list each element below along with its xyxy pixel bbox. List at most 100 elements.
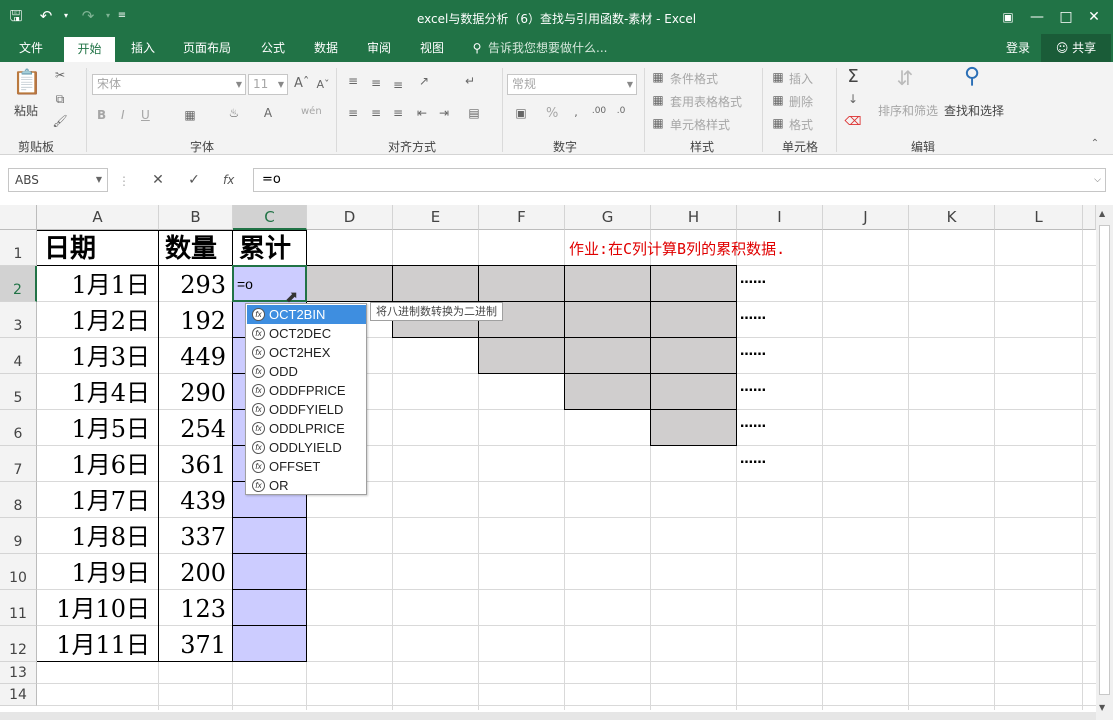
grow-font-icon[interactable]: Aˆ <box>294 76 309 91</box>
cell-quantity[interactable]: 200 <box>159 554 232 589</box>
row-header-13[interactable]: 13 <box>0 662 37 684</box>
column-header-d[interactable]: D <box>307 205 393 230</box>
tab-insert[interactable]: 插入 <box>121 34 165 62</box>
decrease-indent-icon[interactable]: ⇤ <box>414 106 430 120</box>
tab-formulas[interactable]: 公式 <box>250 34 296 62</box>
wrap-text-icon[interactable]: ↵ <box>462 74 478 88</box>
autocomplete-item[interactable]: fx OCT2HEX <box>247 343 366 362</box>
format-cells-button[interactable]: 格式 <box>789 116 813 133</box>
cell-date[interactable]: 1月4日 <box>38 374 158 409</box>
column-header-f[interactable]: F <box>479 205 565 230</box>
vertical-scrollbar[interactable]: ▲ ▼ <box>1096 205 1113 720</box>
format-painter-icon[interactable]: 🖌 <box>52 114 68 128</box>
gray-cell-g4[interactable] <box>564 337 651 374</box>
column-header-j[interactable]: J <box>823 205 909 230</box>
row-header-12[interactable]: 12 <box>0 626 37 662</box>
cell-quantity[interactable]: 439 <box>159 482 232 517</box>
italic-button[interactable]: I <box>121 108 125 122</box>
tab-file[interactable]: 文件 <box>8 34 54 62</box>
cell-quantity[interactable]: 449 <box>159 338 232 373</box>
tab-data[interactable]: 数据 <box>304 34 348 62</box>
shrink-font-icon[interactable]: Aˇ <box>316 78 330 91</box>
comma-style-icon[interactable]: , <box>568 106 584 119</box>
gray-cell-h4[interactable] <box>650 337 737 374</box>
font-name-combo[interactable]: 宋体 ▼ <box>92 74 246 95</box>
tab-view[interactable]: 视图 <box>410 34 454 62</box>
expand-formula-icon[interactable]: ⌵ <box>1094 169 1101 191</box>
formula-input[interactable]: =o ⌵ <box>253 168 1106 192</box>
row-header-2[interactable]: 2 <box>0 266 37 302</box>
gray-cell-h6[interactable] <box>650 409 737 446</box>
row-header-10[interactable]: 10 <box>0 554 37 590</box>
autocomplete-item[interactable]: fx OCT2DEC <box>247 324 366 343</box>
autocomplete-item[interactable]: fx ODDFPRICE <box>247 381 366 400</box>
insert-function-button[interactable]: fx <box>223 173 234 187</box>
cell-date[interactable]: 1月11日 <box>38 626 158 661</box>
ribbon-display-icon[interactable]: ▣ <box>996 6 1020 28</box>
bottom-align-icon[interactable]: ≡ <box>390 78 406 92</box>
cell-date[interactable]: 1月9日 <box>38 554 158 589</box>
row-header-14[interactable]: 14 <box>0 684 37 706</box>
row-header-5[interactable]: 5 <box>0 374 37 410</box>
cell-quantity[interactable]: 337 <box>159 518 232 553</box>
row-header-4[interactable]: 4 <box>0 338 37 374</box>
collapse-ribbon-icon[interactable]: ⌃ <box>1088 138 1102 149</box>
column-header-i[interactable]: I <box>737 205 823 230</box>
share-button[interactable]: ☺ 共享 <box>1041 34 1111 62</box>
align-left-icon[interactable]: ≡ <box>345 106 361 120</box>
autocomplete-item[interactable]: fx OCT2BIN <box>247 305 366 324</box>
font-color-icon[interactable]: A <box>260 106 276 120</box>
cell-date[interactable]: 1月5日 <box>38 410 158 445</box>
insert-cells-button[interactable]: 插入 <box>789 70 813 87</box>
sort-filter-button[interactable]: 排序和筛选 <box>878 102 938 119</box>
bold-button[interactable]: B <box>97 108 106 122</box>
cut-icon[interactable]: ✂ <box>52 68 68 82</box>
row-header-9[interactable]: 9 <box>0 518 37 554</box>
row-header-11[interactable]: 11 <box>0 590 37 626</box>
tab-home[interactable]: 开始 <box>64 37 115 62</box>
accounting-format-icon[interactable]: ▣ <box>510 106 532 120</box>
cell-quantity[interactable]: 361 <box>159 446 232 481</box>
cell-quantity[interactable]: 254 <box>159 410 232 445</box>
fill-color-icon[interactable]: ♨ <box>226 106 242 120</box>
paste-button[interactable]: 粘贴 <box>14 102 38 119</box>
column-header-h[interactable]: H <box>651 205 737 230</box>
cell-quantity[interactable]: 371 <box>159 626 232 661</box>
header-date[interactable]: 日期 <box>38 231 158 265</box>
increase-decimal-icon[interactable]: .00 <box>590 106 608 116</box>
gray-cell-d2[interactable] <box>306 265 393 302</box>
copy-icon[interactable]: ⧉ <box>52 92 68 107</box>
row-header-3[interactable]: 3 <box>0 302 37 338</box>
decrease-decimal-icon[interactable]: .0 <box>612 106 630 116</box>
top-align-icon[interactable]: ≡ <box>345 74 361 88</box>
header-cumulative[interactable]: 累计 <box>233 231 306 265</box>
gray-cell-g5[interactable] <box>564 373 651 410</box>
column-header-c[interactable]: C <box>233 205 307 230</box>
tab-review[interactable]: 审阅 <box>357 34 401 62</box>
percent-button[interactable]: % <box>546 106 558 121</box>
cell-date[interactable]: 1月10日 <box>38 590 158 625</box>
conditional-format-button[interactable]: 条件格式 <box>670 70 718 87</box>
autosum-icon[interactable]: Σ <box>844 66 862 87</box>
table-format-button[interactable]: 套用表格格式 <box>670 93 742 110</box>
close-icon[interactable]: ✕ <box>1082 6 1106 28</box>
clear-icon[interactable]: ⌫ <box>844 114 862 128</box>
border-icon[interactable]: ▦ <box>182 108 198 122</box>
row-header-7[interactable]: 7 <box>0 446 37 482</box>
name-box[interactable]: ABS ▼ <box>8 168 108 192</box>
tell-me-search[interactable]: 告诉我您想要做什么... <box>488 34 612 62</box>
gray-cell-f2[interactable] <box>478 265 565 302</box>
tab-page-layout[interactable]: 页面布局 <box>175 34 239 62</box>
autocomplete-item[interactable]: fx ODDFYIELD <box>247 400 366 419</box>
column-header-g[interactable]: G <box>565 205 651 230</box>
cell-date[interactable]: 1月7日 <box>38 482 158 517</box>
cell-date[interactable]: 1月6日 <box>38 446 158 481</box>
column-header-a[interactable]: A <box>37 205 159 230</box>
scroll-up-icon[interactable]: ▲ <box>1099 209 1105 218</box>
cell-date[interactable]: 1月8日 <box>38 518 158 553</box>
gray-cell-h5[interactable] <box>650 373 737 410</box>
autocomplete-item[interactable]: fx ODDLYIELD <box>247 438 366 457</box>
gray-cell-g3[interactable] <box>564 301 651 338</box>
merge-center-icon[interactable]: ▤ <box>466 106 482 120</box>
align-center-icon[interactable]: ≡ <box>368 106 384 120</box>
